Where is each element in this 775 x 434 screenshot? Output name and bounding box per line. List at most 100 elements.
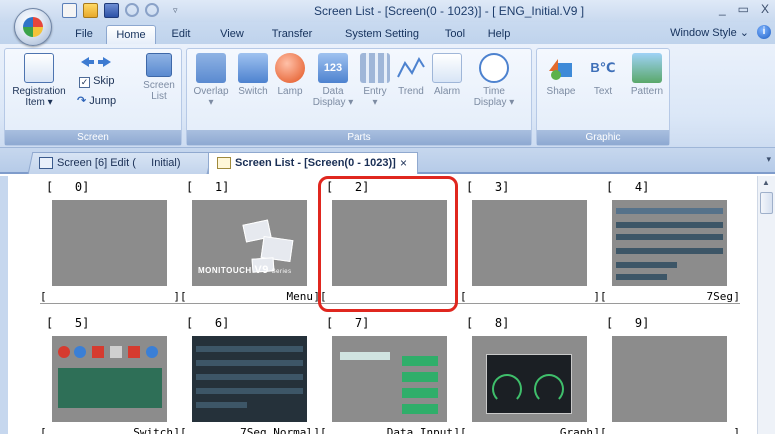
screen-preview (612, 336, 727, 422)
shape-button[interactable]: Shape (541, 53, 581, 97)
lamp-button[interactable]: Lamp (273, 53, 307, 97)
title-bar: ▿ Screen List - [Screen(0 - 1023)] - [ E… (0, 0, 775, 22)
screen-thumbnail[interactable]: [ 8] [Graph] (460, 316, 600, 434)
restore-button[interactable]: ▭ (738, 2, 749, 16)
check-icon: ✓ (79, 77, 90, 88)
data-display-button[interactable]: 123 Data Display ▾ (311, 53, 355, 108)
app-logo-icon (23, 17, 43, 37)
registration-item-button[interactable]: Registration Item ▾ (9, 53, 69, 108)
tab-view[interactable]: View (212, 25, 252, 44)
screen-number: [ 0] (46, 180, 90, 194)
close-tab-icon[interactable]: × (400, 153, 407, 173)
switch-button[interactable]: Switch (233, 53, 273, 97)
screen-thumbnail[interactable]: [ 3] [] (460, 180, 600, 306)
vertical-scrollbar[interactable]: ▲ (757, 176, 775, 434)
new-file-icon[interactable] (62, 3, 77, 18)
screen-thumbnail[interactable]: [ 4] [7Seg] (600, 180, 740, 306)
alarm-button[interactable]: Alarm (429, 53, 465, 97)
tab-screen-list[interactable]: Screen List - [Screen(0 - 1023)] × (208, 152, 418, 174)
alarm-icon (432, 53, 462, 83)
help-icon[interactable]: i (757, 25, 771, 39)
screen-name: 7Seg (706, 290, 734, 303)
overlap-dropdown-icon: ▾ (208, 97, 214, 108)
screen-name-field: [] (600, 426, 740, 434)
screen-list-icon (146, 53, 172, 77)
screen-number: [ 8] (466, 316, 510, 330)
skip-label: Skip (93, 75, 115, 87)
pattern-icon (632, 53, 662, 83)
tab-home[interactable]: Home (106, 25, 156, 44)
tab-help[interactable]: Help (482, 25, 516, 44)
scroll-up-icon[interactable]: ▲ (762, 178, 770, 187)
close-button[interactable]: X (761, 2, 769, 16)
tab-transfer[interactable]: Transfer (262, 25, 322, 44)
screen-preview (52, 336, 167, 422)
pattern-label: Pattern (630, 86, 664, 97)
screen-thumbnail[interactable]: [ 1] MONITOUCH V9 Series [Menu] (180, 180, 320, 306)
screen-number: [ 3] (466, 180, 510, 194)
screen-name-field: [Menu] (180, 290, 320, 304)
alarm-label: Alarm (433, 86, 461, 97)
entry-icon (360, 53, 390, 83)
ribbon: Registration Item ▾ ✓ Skip ↷ Jump Screen… (0, 44, 775, 148)
open-folder-icon[interactable] (83, 3, 98, 18)
trend-label: Trend (398, 86, 424, 97)
screen-thumbnail[interactable]: [ 7] [Data Input] (320, 316, 460, 434)
screen-preview (52, 200, 167, 286)
trend-icon (396, 53, 426, 83)
minimize-button[interactable]: _ (719, 2, 726, 16)
screen-thumbnail[interactable]: [ 9] [] (600, 316, 740, 434)
tab-tool[interactable]: Tool (438, 25, 472, 44)
arrows-icon[interactable] (79, 55, 113, 69)
screen-label: Screen (143, 80, 175, 91)
tab-screen-edit[interactable]: Screen [6] Edit ( Initial) (27, 152, 213, 174)
application-menu-button[interactable] (14, 8, 52, 46)
trend-button[interactable]: Trend (393, 53, 429, 97)
redo-icon[interactable] (145, 3, 159, 17)
scrollbar-thumb[interactable] (760, 192, 773, 214)
tab-system-setting[interactable]: System Setting (334, 25, 430, 44)
time-display-button[interactable]: Time Display ▾ (469, 53, 519, 108)
screen-name: 7Seg Normal (240, 426, 313, 434)
qat-dropdown-icon[interactable]: ▿ (173, 3, 178, 18)
window-title: Screen List - [Screen(0 - 1023)] - [ ENG… (314, 4, 585, 18)
tabs-dropdown-icon[interactable]: ▾ (766, 154, 771, 165)
ribbon-group-graphic: Shape B℃ Text Pattern Graphic (536, 48, 670, 146)
text-button[interactable]: B℃ Text (583, 53, 623, 97)
window-style-menu[interactable]: Window Style ⌄ (670, 26, 749, 39)
pattern-button[interactable]: Pattern (625, 53, 669, 97)
monitouch-logo: MONITOUCH V9 Series (198, 264, 292, 276)
screen-thumbnail[interactable]: [ 6] [7Seg Normal] (180, 316, 320, 434)
screen-thumbnail[interactable]: [ 0] [] (40, 180, 180, 306)
shape-label: Shape (546, 86, 576, 97)
registration-icon (24, 53, 54, 83)
screen-preview: MONITOUCH V9 Series (192, 200, 307, 286)
screen-number: [ 7] (326, 316, 370, 330)
tab-edit[interactable]: Edit (164, 25, 198, 44)
entry-button[interactable]: Entry ▾ (357, 53, 393, 108)
screen-number: [ 4] (606, 180, 650, 194)
overlap-button[interactable]: Overlap ▾ (189, 53, 233, 108)
list-label: List (151, 91, 167, 102)
quick-access-toolbar: ▿ (62, 3, 178, 18)
tab-screen-list-label: Screen List - [Screen(0 - 1023)] (235, 157, 396, 169)
shape-icon (546, 53, 576, 83)
undo-icon[interactable] (125, 3, 139, 17)
time-label: Time (483, 86, 505, 97)
lamp-label: Lamp (277, 86, 303, 97)
jump-label: Jump (89, 95, 117, 107)
text-label: Text (593, 86, 613, 97)
screen-list-button[interactable]: Screen List (139, 53, 179, 102)
jump-button[interactable]: ↷ Jump (77, 94, 116, 107)
screen-number: [ 5] (46, 316, 90, 330)
tab-file[interactable]: File (64, 25, 104, 44)
skip-checkbox[interactable]: ✓ Skip (79, 75, 114, 88)
clock-icon (479, 53, 509, 83)
screen-thumbnail[interactable]: [ 5] [Switch] (40, 316, 180, 434)
screen-name: Data Input (386, 426, 453, 434)
entry-dropdown-icon: ▾ (372, 97, 378, 108)
data-display-icon: 123 (318, 53, 348, 83)
data-label: Data (322, 86, 344, 97)
save-icon[interactable] (104, 3, 119, 18)
screen-number: [ 9] (606, 316, 650, 330)
